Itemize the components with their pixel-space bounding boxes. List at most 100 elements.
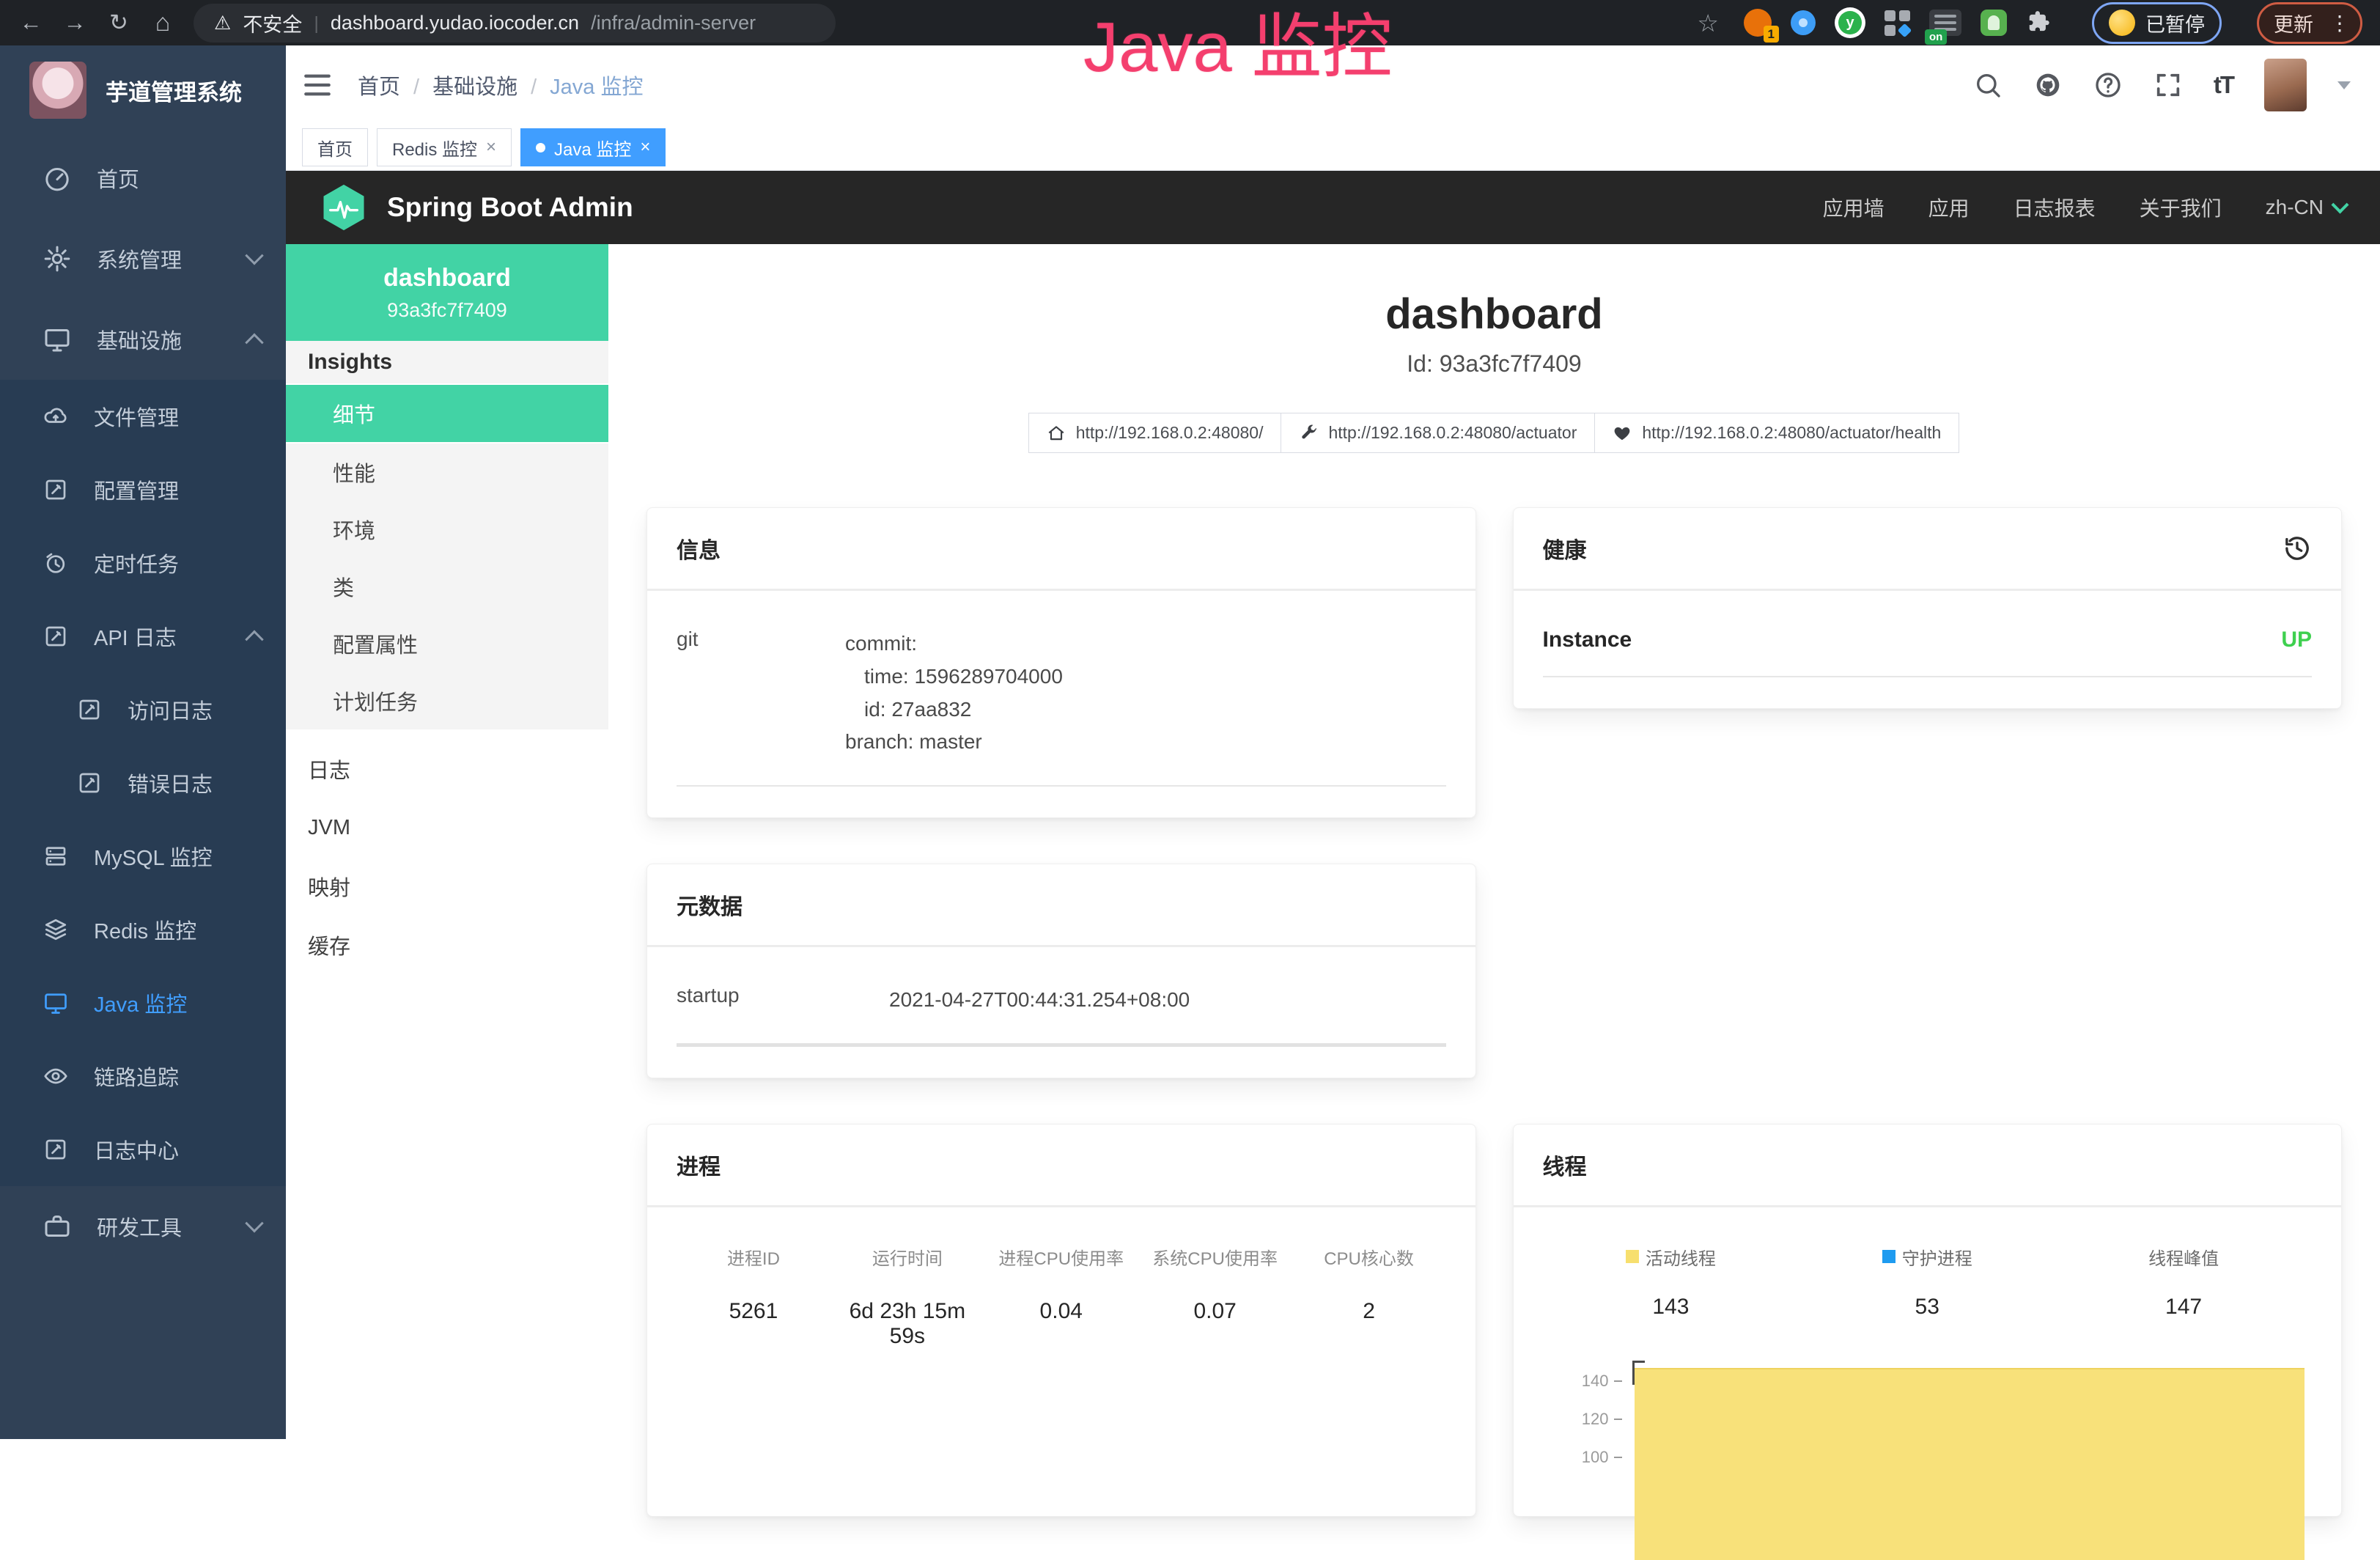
sidebar-item-tracing[interactable]: 链路追踪 [0,1040,286,1113]
tab-redis-monitor[interactable]: Redis 监控 [377,128,512,166]
tab-java-monitor[interactable]: Java 监控 [520,128,666,166]
sidebar-item-dev-tools[interactable]: 研发工具 [0,1186,286,1267]
cards-grid: 信息 git commit: time: 1596289704000 id: 2… [608,507,2380,1517]
address-bar[interactable]: 不安全 dashboard.yudao.iocoder.cn/infra/adm… [194,4,836,43]
process-col-header: 运行时间 [830,1244,984,1270]
extension-y-icon[interactable]: y [1835,7,1865,38]
sidebar-item-home[interactable]: 首页 [0,138,286,218]
help-icon[interactable] [2093,70,2123,100]
insights-item-scheduled-tasks[interactable]: 计划任务 [286,672,608,729]
actuator-url-button[interactable]: http://192.168.0.2:48080/actuator [1281,413,1595,453]
live-threads-value: 143 [1543,1295,1799,1320]
extension-list-icon[interactable]: on [1929,10,1961,36]
browser-home-icon[interactable] [150,9,176,37]
close-icon[interactable] [486,137,496,158]
system-cpu: 0.07 [1138,1299,1292,1349]
section-jvm[interactable]: JVM [286,798,608,857]
breadcrumb-home[interactable]: 首页 [358,70,419,100]
extension-person-icon[interactable] [1981,10,2007,36]
chevron-up-icon [245,630,263,649]
threads-legend: 活动线程 守护进程 线程峰值 143 53 [1543,1244,2313,1320]
chevron-up-icon [245,334,263,352]
insights-section-label: Insights [286,341,608,385]
sidebar-item-label: 日志中心 [94,1134,179,1165]
sidebar-item-java-monitor[interactable]: Java 监控 [0,966,286,1040]
tab-home[interactable]: 首页 [302,128,368,166]
github-icon[interactable] [2033,70,2063,100]
extension-grid-icon[interactable] [1885,10,1910,36]
sidebar-item-config-mgmt[interactable]: 配置管理 [0,453,286,526]
chevron-down-icon [2331,196,2348,213]
insights-item-metrics[interactable]: 性能 [286,444,608,501]
profile-paused-chip[interactable]: 已暂停 [2092,2,2222,44]
insights-group: Insights 细节 性能 环境 类 配置属性 计划任务 [286,341,608,729]
tags-view: 首页 Redis 监控 Java 监控 [286,125,2380,171]
section-logs[interactable]: 日志 [286,740,608,798]
legend-label: 守护进程 [1902,1244,1972,1270]
sba-nav-wallboard[interactable]: 应用墙 [1823,193,1885,222]
sidebar-item-log-center[interactable]: 日志中心 [0,1113,286,1186]
chevron-down-icon [245,1214,263,1232]
sidebar-item-redis-monitor[interactable]: Redis 监控 [0,893,286,966]
sidebar-item-api-logs[interactable]: API 日志 [0,600,286,673]
extensions-puzzle-icon[interactable] [2026,9,2054,37]
extension-orange-icon[interactable]: 1 [1744,9,1772,37]
browser-forward-icon[interactable] [62,10,88,36]
user-menu-caret-icon[interactable] [2337,81,2351,89]
health-url-button[interactable]: http://192.168.0.2:48080/actuator/health [1594,413,1959,453]
browser-menu-kebab-icon[interactable] [2324,11,2350,35]
sidebar-item-error-logs[interactable]: 错误日志 [0,746,286,820]
layers-icon [43,916,69,943]
sidebar-item-infrastructure[interactable]: 基础设施 [0,299,286,380]
insights-item-details[interactable]: 细节 [286,385,608,444]
health-instance-row: Instance UP [1543,628,2313,677]
y-tick: 120 [1543,1409,1622,1430]
chrome-update-button[interactable]: 更新 [2257,2,2362,44]
font-size-icon[interactable] [2214,71,2233,99]
tab-label: 首页 [317,135,353,161]
search-icon[interactable] [1973,70,2003,100]
sidebar-item-label: 文件管理 [94,401,179,432]
git-id-line: id: 27aa832 [845,693,1063,726]
sidebar-item-access-logs[interactable]: 访问日志 [0,673,286,746]
monitor-icon [43,990,69,1016]
sidebar-item-mysql-monitor[interactable]: MySQL 监控 [0,820,286,893]
close-icon[interactable] [640,137,650,158]
sidebar-toggle-icon[interactable] [302,70,333,100]
instance-sidebar: dashboard 93a3fc7f7409 Insights 细节 性能 环境… [286,244,608,1439]
sba-language-select[interactable]: zh-CN [2266,196,2346,219]
insights-item-config-props[interactable]: 配置属性 [286,615,608,672]
user-avatar[interactable] [2264,59,2307,111]
sba-nav-applications[interactable]: 应用 [1928,193,1970,222]
history-icon[interactable] [2283,534,2312,563]
browser-reload-icon[interactable] [106,10,132,36]
instance-name: dashboard [383,264,511,292]
insights-item-classes[interactable]: 类 [286,558,608,615]
sba-nav-about[interactable]: 关于我们 [2140,193,2222,222]
sba-nav-journal[interactable]: 日志报表 [2014,193,2096,222]
sidebar-item-file-mgmt[interactable]: 文件管理 [0,380,286,453]
section-caches[interactable]: 缓存 [286,916,608,974]
daemon-threads-value: 53 [1799,1295,2055,1320]
fullscreen-icon[interactable] [2154,70,2183,100]
sidebar-item-label: MySQL 监控 [94,841,213,872]
service-url-button[interactable]: http://192.168.0.2:48080/ [1028,413,1282,453]
breadcrumb-infrastructure[interactable]: 基础设施 [432,70,537,100]
wrench-icon [1299,424,1318,443]
section-mappings[interactable]: 映射 [286,857,608,916]
top-navbar: 首页 基础设施 Java 监控 [286,45,2380,125]
sba-brand-title[interactable]: Spring Boot Admin [387,192,633,223]
card-title-text: 进程 [677,1149,721,1181]
threads-card: 线程 活动线程 守护进程 [1513,1124,2343,1517]
edit-icon [43,623,69,650]
sidebar-item-scheduled-tasks[interactable]: 定时任务 [0,526,286,600]
insights-item-environment[interactable]: 环境 [286,501,608,558]
process-col-header: CPU核心数 [1292,1244,1446,1270]
instance-header[interactable]: dashboard 93a3fc7f7409 [286,244,608,341]
bookmark-star-icon[interactable] [1697,9,1719,37]
sidebar-item-system-mgmt[interactable]: 系统管理 [0,218,286,299]
not-secure-label: 不安全 [243,9,302,37]
tab-label: Redis 监控 [392,135,477,161]
extension-pin-icon[interactable] [1791,10,1816,35]
browser-back-icon[interactable] [18,10,44,36]
